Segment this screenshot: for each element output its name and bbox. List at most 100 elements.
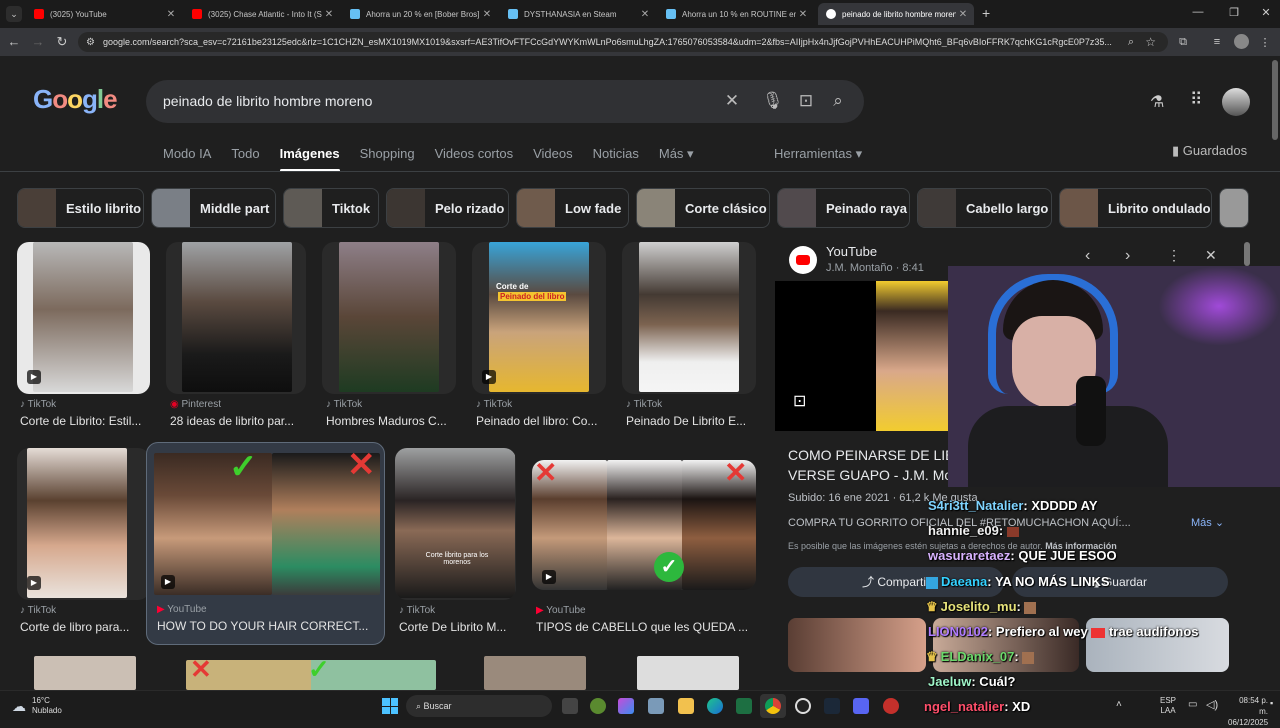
tab-routine[interactable]: Ahorra un 10 % en ROUTINE en... ✕ — [658, 3, 814, 25]
close-tab-icon[interactable]: ✕ — [322, 9, 336, 20]
back-button[interactable]: ← — [6, 35, 22, 49]
result-thumbnail[interactable] — [637, 656, 739, 690]
close-panel-icon[interactable]: ✕ — [1205, 247, 1217, 264]
chrome-icon[interactable] — [765, 698, 781, 714]
result-title[interactable]: Hombres Maduros C... — [326, 414, 454, 428]
network-icon[interactable]: ▭ — [1188, 699, 1197, 710]
extensions-icon[interactable]: ⧉ — [1176, 36, 1190, 49]
microphone-icon[interactable]: 🎙 — [762, 91, 784, 111]
bookmark-star-icon[interactable]: ☆ — [1145, 35, 1156, 49]
chip-middle-part[interactable]: Middle part — [151, 188, 276, 228]
close-tab-icon[interactable]: ✕ — [480, 9, 494, 20]
result-thumbnail[interactable] — [484, 656, 586, 690]
close-tab-icon[interactable]: ✕ — [164, 9, 178, 20]
result-source[interactable]: ♪ TikTok — [476, 399, 512, 410]
excel-icon[interactable] — [736, 698, 752, 714]
search-input[interactable]: peinado de librito hombre moreno — [163, 93, 372, 109]
search-icon[interactable]: ⌕ — [828, 91, 848, 111]
steam-icon[interactable] — [824, 698, 840, 714]
tab-chase-atlantic[interactable]: (3025) Chase Atlantic - Into It (Sl... ✕ — [184, 3, 340, 25]
result-source[interactable]: ▶ YouTube — [157, 604, 207, 615]
app-icon[interactable] — [883, 698, 899, 714]
image-result[interactable] — [322, 242, 456, 394]
apps-grid-icon[interactable]: ⠿ — [1190, 90, 1202, 110]
result-title[interactable]: Corte de libro para... — [20, 620, 148, 634]
image-result-selected[interactable]: ✓ ✕ ▶ ▶ YouTube HOW TO DO YOUR HAIR CORR… — [146, 442, 385, 645]
language-indicator[interactable]: ESP LAA — [1160, 696, 1176, 716]
image-result[interactable]: Corte librito para los morenos — [395, 448, 516, 600]
minimize-button[interactable]: — — [1184, 6, 1212, 18]
previous-image-icon[interactable]: ‹ — [1085, 247, 1090, 265]
panel-title-line-1[interactable]: COMO PEINARSE DE LIE — [788, 447, 954, 463]
menu-icon[interactable]: ⋮ — [1258, 36, 1272, 49]
image-result[interactable]: ▶ — [17, 448, 150, 600]
discord-icon[interactable] — [853, 698, 869, 714]
filter-noticias[interactable]: Noticias — [593, 146, 639, 162]
media-icon[interactable]: ≡ — [1210, 36, 1224, 48]
result-source[interactable]: ♪ TikTok — [326, 399, 362, 410]
chip-corte-clasico[interactable]: Corte clásico — [636, 188, 770, 228]
chip-tiktok[interactable]: Tiktok — [283, 188, 379, 228]
more-options-icon[interactable]: ⋮ — [1167, 247, 1181, 264]
labs-icon[interactable]: ⚗ — [1150, 92, 1164, 112]
panel-site-name[interactable]: YouTube — [826, 244, 877, 259]
chip-low-fade[interactable]: Low fade — [516, 188, 629, 228]
file-explorer-icon[interactable] — [678, 698, 694, 714]
notification-icon[interactable]: ▪ — [1270, 698, 1273, 708]
filter-imagenes[interactable]: Imágenes — [279, 146, 340, 172]
tab-youtube[interactable]: (3025) YouTube ✕ — [26, 3, 182, 25]
result-title[interactable]: Peinado del libro: Co... — [476, 414, 604, 428]
image-result[interactable]: ▶ — [17, 242, 150, 394]
obs-icon[interactable] — [795, 698, 811, 714]
chip-estilo-librito[interactable]: Estilo librito — [17, 188, 144, 228]
maximize-button[interactable]: ❐ — [1220, 6, 1248, 19]
filter-mas[interactable]: Más ▾ — [659, 146, 694, 162]
page-scrollbar[interactable] — [1272, 60, 1278, 140]
taskbar-search[interactable]: ⌕ Buscar — [406, 695, 552, 717]
filter-videos-cortos[interactable]: Videos cortos — [435, 146, 514, 162]
image-result[interactable]: ✕ ✕ ✓ ▶ — [532, 460, 756, 590]
close-window-button[interactable]: ✕ — [1252, 6, 1280, 19]
chip-peinado-raya[interactable]: Peinado raya — [777, 188, 910, 228]
result-title[interactable]: 28 ideas de librito par... — [170, 414, 306, 428]
lens-icon[interactable]: ⊡ — [796, 91, 816, 111]
next-image-icon[interactable]: › — [1125, 247, 1130, 265]
site-info-icon[interactable]: ⚙ — [86, 37, 95, 48]
clock[interactable]: 08:54 p. m. 06/12/2025 — [1228, 695, 1268, 728]
chip-pelo-rizado[interactable]: Pelo rizado — [386, 188, 509, 228]
chip-librito-ondulado[interactable]: Librito ondulado — [1059, 188, 1212, 228]
result-source[interactable]: ◉ Pinterest — [170, 399, 221, 410]
image-result[interactable] — [622, 242, 756, 394]
clear-icon[interactable]: ✕ — [722, 91, 742, 111]
new-tab-button[interactable]: + — [982, 5, 990, 21]
result-thumbnail[interactable] — [34, 656, 136, 690]
account-avatar[interactable] — [1222, 88, 1250, 116]
result-source[interactable]: ♪ TikTok — [626, 399, 662, 410]
tab-dysthanasia[interactable]: DYSTHANASIA en Steam ✕ — [500, 3, 656, 25]
image-result[interactable]: Corte de Peinado del libro ▶ — [472, 242, 606, 394]
close-tab-icon[interactable]: ✕ — [796, 9, 810, 20]
volume-icon[interactable]: ◁) — [1206, 698, 1218, 711]
profile-icon[interactable] — [1234, 34, 1249, 49]
related-image[interactable] — [788, 618, 926, 672]
result-title[interactable]: HOW TO DO YOUR HAIR CORRECT... — [157, 619, 379, 633]
tab-google-search[interactable]: peinado de librito hombre moreno ✕ — [818, 3, 974, 25]
filter-modo-ia[interactable]: Modo IA — [163, 146, 211, 162]
result-title[interactable]: Corte De Librito M... — [399, 620, 513, 634]
chip-next-partial[interactable] — [1219, 188, 1249, 228]
tools-dropdown[interactable]: Herramientas ▾ — [774, 146, 862, 162]
start-button[interactable] — [382, 698, 398, 714]
xbox-icon[interactable] — [590, 698, 606, 714]
close-tab-icon[interactable]: ✕ — [638, 9, 652, 20]
tab-search-button[interactable]: ⌄ — [6, 6, 22, 22]
saved-button[interactable]: ▮ Guardados — [1172, 143, 1247, 159]
result-title[interactable]: TIPOS de CABELLO que les QUEDA ... — [536, 620, 754, 634]
zoom-icon[interactable]: ⌕ — [1128, 36, 1134, 49]
panel-scrollbar[interactable] — [1244, 242, 1250, 266]
chip-cabello-largo[interactable]: Cabello largo — [917, 188, 1052, 228]
task-view-icon[interactable] — [562, 698, 578, 714]
system-tray-chevron-icon[interactable]: ˄ — [1116, 699, 1122, 710]
weather-widget[interactable]: ☁ 16°C Nublado — [12, 696, 62, 716]
reload-button[interactable]: ↻ — [54, 35, 70, 49]
address-bar[interactable]: ⚙ google.com/search?sca_esv=c72161be2312… — [78, 32, 1168, 52]
